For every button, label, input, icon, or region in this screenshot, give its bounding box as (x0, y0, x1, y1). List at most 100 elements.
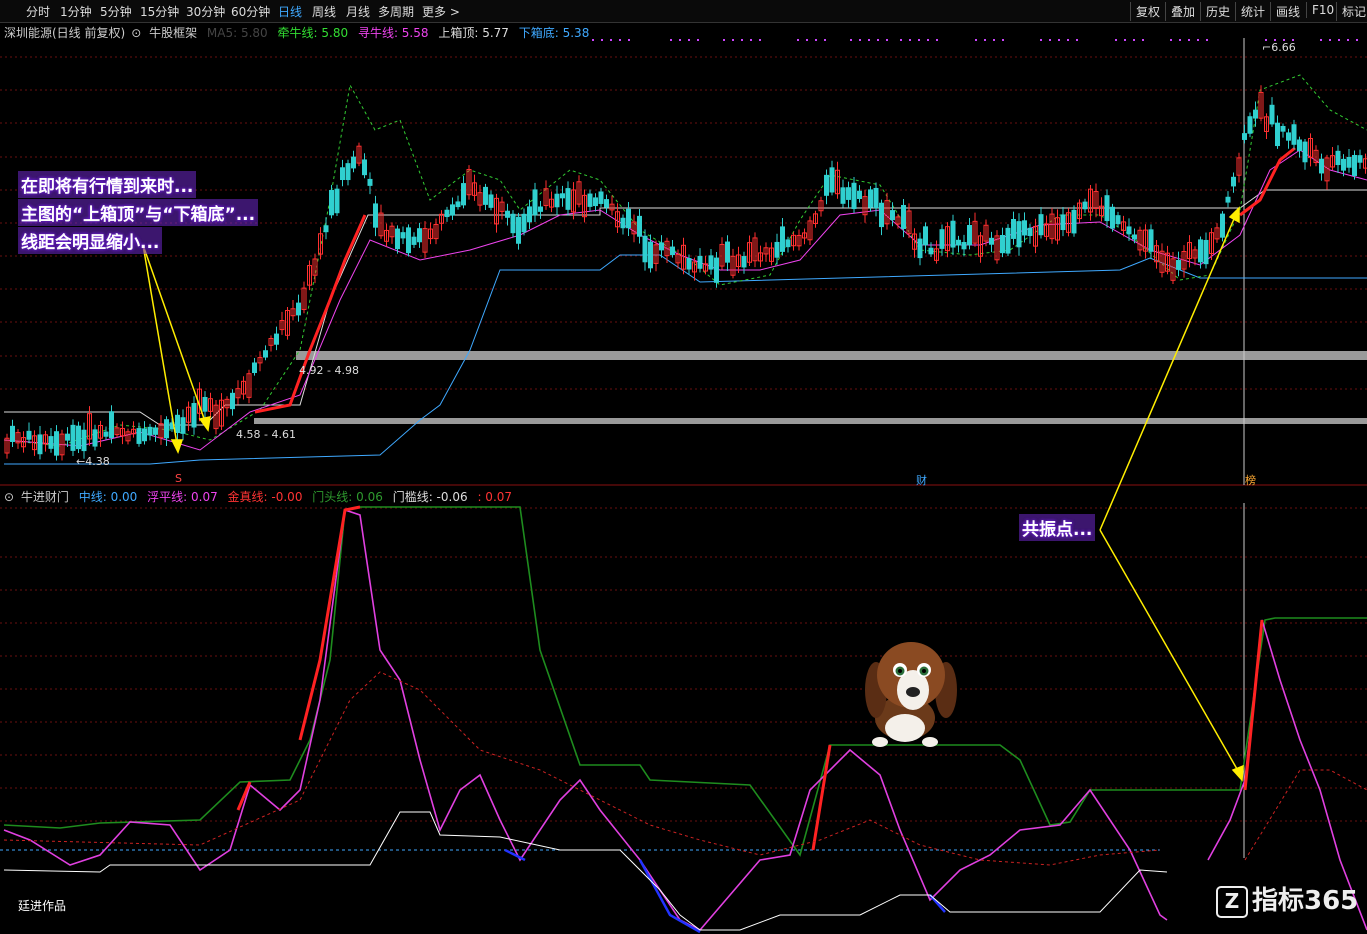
peak-price-label: ⌐6.66 (1262, 41, 1296, 54)
candle-body (565, 188, 571, 210)
candle-body (400, 232, 406, 239)
signal-dot (1206, 39, 1208, 41)
candle-body (1346, 156, 1352, 168)
candle-body (967, 224, 972, 246)
candle-body (323, 225, 329, 233)
candle-body (554, 193, 560, 208)
candle-body (868, 189, 873, 208)
candle-body (395, 228, 400, 250)
signal-bang-marker[interactable]: 榜 (1245, 472, 1256, 488)
zhongxian-blue (638, 859, 701, 934)
candle-body (296, 302, 301, 316)
signal-dot (1002, 39, 1004, 41)
candle-body (923, 226, 928, 246)
candle-body (587, 193, 593, 207)
signal-dot (984, 39, 986, 41)
candle-body (1297, 139, 1302, 152)
candle-body (538, 206, 543, 212)
candle-body (202, 396, 208, 412)
candle-body (411, 236, 417, 245)
candle-body (686, 258, 692, 270)
arrow-head-icon (170, 439, 184, 454)
candle-body (714, 257, 719, 283)
signal-dot (797, 39, 799, 41)
fuping-line (3, 508, 1168, 931)
puppy-sticker (865, 642, 957, 747)
signal-dot (859, 39, 861, 41)
candle-body (147, 426, 153, 436)
candle-body (76, 425, 81, 450)
candle-body (1126, 226, 1132, 235)
candle-body (725, 241, 730, 263)
signal-dot (1179, 39, 1181, 41)
candle-body (1000, 234, 1005, 254)
candle-body (1132, 234, 1137, 240)
candle-body (329, 189, 334, 216)
candle-body (648, 241, 653, 269)
candle-body (1027, 227, 1033, 236)
chart-canvas (0, 38, 1367, 934)
signal-dot (824, 39, 826, 41)
signal-dot (1067, 39, 1069, 41)
candle-body (670, 246, 675, 256)
candle-body (175, 414, 180, 434)
signal-dot (850, 39, 852, 41)
candle-body (697, 255, 703, 269)
candle-body (505, 210, 510, 218)
candle-body (1060, 214, 1066, 231)
candle-body (1203, 239, 1209, 265)
candle-body (191, 403, 197, 428)
candle-body (103, 431, 109, 437)
candle-body (774, 241, 780, 258)
signal-cai-marker[interactable]: 财 (916, 472, 927, 488)
candle-body (54, 431, 59, 456)
candle-body (136, 428, 142, 444)
signal-dot (601, 39, 603, 41)
signal-dot (927, 39, 929, 41)
candle-body (37, 434, 43, 455)
peak-value: 6.66 (1271, 41, 1296, 54)
arrow-head-icon (1231, 764, 1244, 782)
candle-body (1291, 124, 1297, 145)
candle-body (1104, 195, 1110, 222)
author-label: 廷进作品 (18, 899, 67, 913)
candle-body (417, 228, 422, 243)
candle-body (1176, 260, 1181, 270)
candle-body (367, 178, 373, 186)
candle-body (1319, 158, 1324, 174)
candle-body (527, 206, 532, 223)
candle-body (928, 247, 934, 255)
signal-dot (628, 39, 630, 41)
signal-dot (750, 39, 752, 41)
signal-dot (1329, 39, 1331, 41)
candle-body (593, 197, 598, 207)
candle-body (450, 204, 455, 216)
candle-body (956, 239, 961, 246)
candle-body (1280, 125, 1286, 132)
signal-dot (1133, 39, 1135, 41)
candle-body (345, 163, 351, 181)
signal-s-marker[interactable]: S (175, 472, 182, 485)
candle-body (70, 424, 76, 451)
signal-dot (1142, 39, 1144, 41)
candle-body (1016, 221, 1022, 248)
signal-dot (1188, 39, 1190, 41)
signal-dots (592, 39, 1358, 41)
fuping-dashed (1244, 769, 1367, 861)
candle-body (785, 239, 791, 248)
candle-body (1247, 116, 1253, 134)
candle-body (252, 362, 257, 374)
candle-body (48, 436, 54, 449)
signal-dot (759, 39, 761, 41)
candle-body (81, 429, 87, 452)
candle-body (708, 255, 714, 270)
signal-dot (1338, 39, 1340, 41)
signal-dot (886, 39, 888, 41)
signal-dot (1320, 39, 1322, 41)
candle-body (1335, 150, 1341, 166)
annotation-arrows (142, 206, 1244, 782)
signal-dot (670, 39, 672, 41)
low-price-label: ←4.38 (76, 455, 110, 468)
signal-dot (1347, 39, 1349, 41)
candle-body (620, 217, 626, 229)
